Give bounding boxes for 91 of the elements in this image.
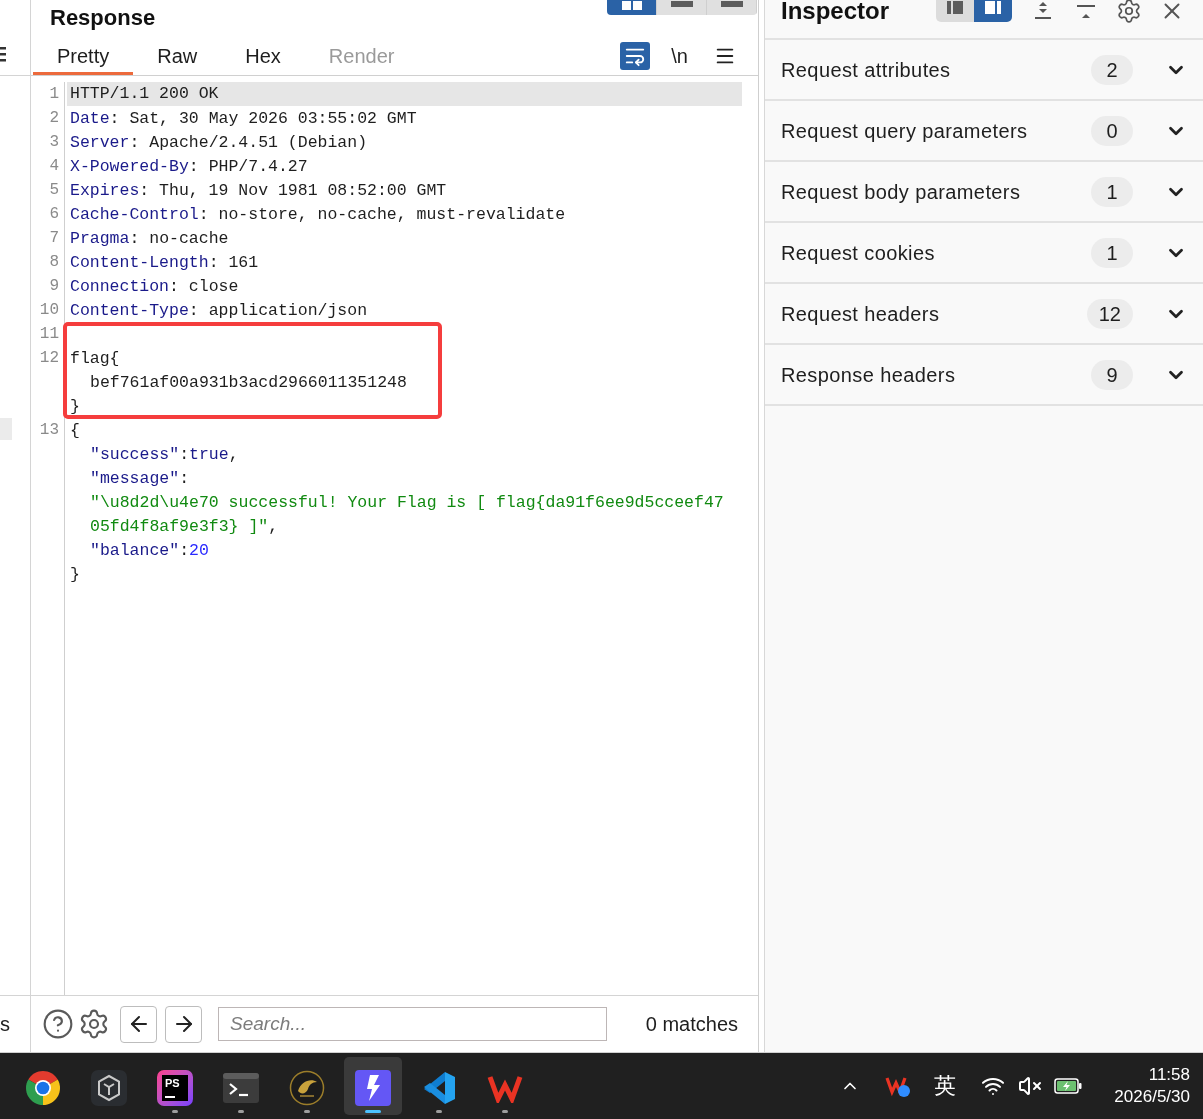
taskbar-app[interactable]: PS bbox=[146, 1057, 204, 1115]
bar-layout-icon bbox=[720, 1, 743, 7]
inspector-section[interactable]: Request query parameters 0 bbox=[765, 101, 1203, 162]
code-line: flag{ bbox=[70, 348, 120, 370]
left-pane-layout-icon bbox=[947, 1, 963, 14]
code-line: Content-Length: 161 bbox=[70, 252, 259, 274]
inspector-section[interactable]: Request attributes 2 bbox=[765, 40, 1203, 101]
code-line: Date: Sat, 30 May 2026 03:55:02 GMT bbox=[70, 108, 417, 130]
code-line: bef761af00a931b3acd2966011351248 bbox=[90, 372, 407, 394]
terminal-icon bbox=[223, 1073, 259, 1103]
code-line: X-Powered-By: PHP/7.4.27 bbox=[70, 156, 308, 178]
newline-toggle[interactable]: \n bbox=[671, 43, 688, 68]
line-number: 8 bbox=[49, 253, 59, 271]
section-label: Request body parameters bbox=[781, 179, 1021, 204]
clock-date[interactable]: 2026/5/30 bbox=[1114, 1086, 1190, 1108]
section-label: Request query parameters bbox=[781, 118, 1028, 143]
menu-icon[interactable] bbox=[0, 47, 6, 62]
forward-button[interactable] bbox=[165, 1005, 202, 1043]
tab[interactable]: Raw bbox=[133, 40, 222, 75]
code-line: "success":true, bbox=[90, 444, 239, 466]
count-pill: 0 bbox=[1091, 115, 1133, 146]
columns-layout-icon bbox=[621, 1, 642, 10]
bar-layout-icon bbox=[670, 1, 693, 7]
line-number: 10 bbox=[39, 301, 59, 319]
back-button[interactable] bbox=[120, 1005, 157, 1043]
zigzag-logo-icon bbox=[487, 1073, 523, 1103]
lightning-bolt-icon bbox=[355, 1070, 391, 1106]
ps-app-logo: PS bbox=[157, 1070, 193, 1106]
code-line: } bbox=[70, 564, 80, 586]
right-pane-layout-icon bbox=[985, 1, 1001, 14]
section-label: Response headers bbox=[781, 362, 956, 387]
count-pill: 1 bbox=[1091, 176, 1133, 207]
code-line: 05fd4f8af9e3f3} ]", bbox=[90, 516, 279, 538]
match-count: 0 matches bbox=[645, 1012, 738, 1036]
browser-icon bbox=[25, 1070, 61, 1106]
settings-icon[interactable] bbox=[1116, 0, 1142, 24]
section-label: Request cookies bbox=[781, 240, 935, 265]
panel-title: Inspector bbox=[781, 0, 890, 22]
code-line: { bbox=[70, 420, 80, 442]
code-line: } bbox=[70, 396, 80, 418]
layout-toggle-button[interactable] bbox=[936, 0, 974, 22]
inspector-section[interactable]: Request headers 12 bbox=[765, 284, 1203, 345]
code-line: Content-Type: application/json bbox=[70, 300, 368, 322]
code-line: Connection: close bbox=[70, 276, 239, 298]
line-number: 12 bbox=[39, 349, 59, 367]
line-number: 11 bbox=[39, 325, 59, 343]
count-pill: 1 bbox=[1091, 237, 1133, 268]
line-number: 6 bbox=[49, 205, 59, 223]
count-pill: 9 bbox=[1091, 359, 1133, 390]
zigzag-badge-icon[interactable] bbox=[885, 1074, 911, 1098]
line-number: 1 bbox=[49, 85, 59, 103]
inspector-section[interactable]: Request cookies 1 bbox=[765, 223, 1203, 284]
code-line: "message": bbox=[90, 468, 190, 490]
search-field[interactable]: Search... bbox=[218, 1007, 607, 1041]
code-line: Server: Apache/2.4.51 (Debian) bbox=[70, 132, 368, 154]
layout-toggle-button[interactable] bbox=[707, 0, 757, 15]
circle-emblem-icon bbox=[289, 1070, 325, 1106]
status-text: s bbox=[0, 1012, 10, 1036]
layout-toggle-button[interactable] bbox=[974, 0, 1012, 22]
tab[interactable]: Pretty bbox=[33, 40, 134, 75]
line-number: 9 bbox=[49, 277, 59, 295]
count-pill: 12 bbox=[1086, 298, 1133, 329]
line-number: 2 bbox=[49, 109, 59, 127]
inspector-section[interactable]: Response headers 9 bbox=[765, 345, 1203, 406]
count-pill: 2 bbox=[1091, 54, 1133, 85]
cube-logo-icon bbox=[91, 1070, 127, 1106]
line-number: 7 bbox=[49, 229, 59, 247]
section-label: Request attributes bbox=[781, 57, 951, 82]
help-icon[interactable] bbox=[42, 1008, 74, 1040]
line-number: 4 bbox=[49, 157, 59, 175]
code-line: Pragma: no-cache bbox=[70, 228, 229, 250]
settings-icon[interactable] bbox=[78, 1008, 110, 1040]
code-line: "balance":20 bbox=[90, 540, 209, 562]
inspector-section[interactable]: Request body parameters 1 bbox=[765, 162, 1203, 223]
layout-toggle-button[interactable] bbox=[657, 0, 707, 15]
line-number: 3 bbox=[49, 133, 59, 151]
tab[interactable]: Hex bbox=[221, 40, 305, 75]
code-line: Expires: Thu, 19 Nov 1981 08:52:00 GMT bbox=[70, 180, 447, 202]
input-method-indicator[interactable]: 英 bbox=[934, 1073, 956, 1099]
code-line: "\u8d2d\u4e70 successful! Your Flag is [ flag{da91f6ee9d5cceef47 bbox=[90, 492, 724, 514]
section-label: Request headers bbox=[781, 301, 940, 326]
battery-charging-icon[interactable] bbox=[1054, 1078, 1082, 1094]
wrap-button[interactable] bbox=[620, 41, 651, 70]
muted-speaker-icon[interactable] bbox=[1018, 1074, 1042, 1098]
taskbar-app[interactable] bbox=[344, 1057, 402, 1115]
clock-time[interactable]: 11:58 bbox=[1148, 1064, 1190, 1086]
panel-title: Response bbox=[50, 5, 156, 31]
line-number: 13 bbox=[39, 421, 59, 439]
layout-toggle-button[interactable] bbox=[607, 0, 657, 15]
code-line: Cache-Control: no-store, no-cache, must-revalidate bbox=[70, 204, 566, 226]
line-number: 5 bbox=[49, 181, 59, 199]
